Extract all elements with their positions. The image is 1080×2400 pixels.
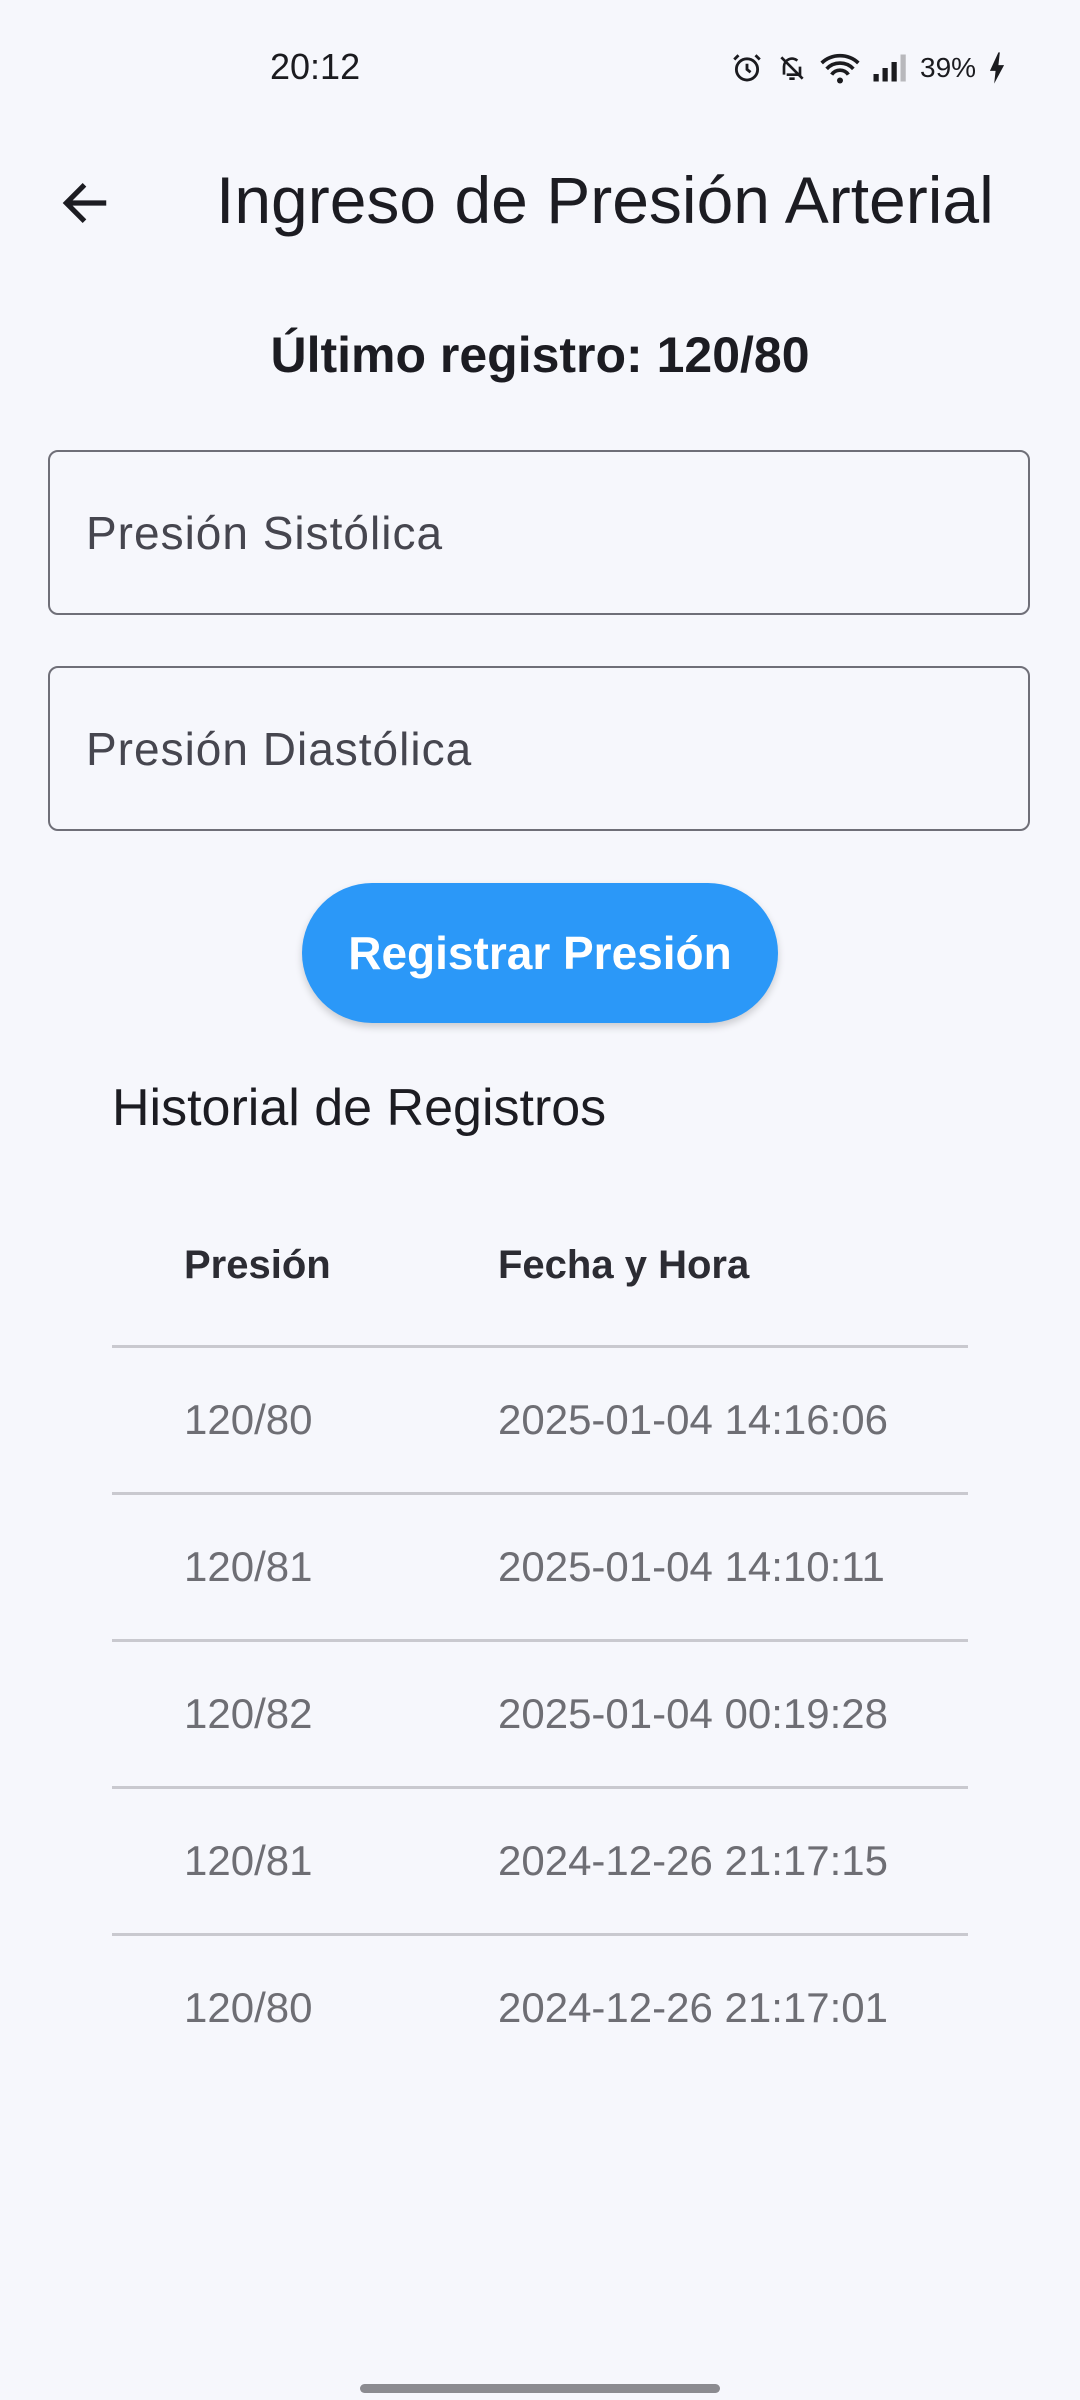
column-header-datetime: Fecha y Hora [498, 1242, 750, 1287]
history-table: Presión Fecha y Hora 120/80 2025-01-04 1… [112, 1185, 968, 2080]
row-pressure: 120/81 [184, 1837, 313, 1884]
back-button[interactable] [40, 160, 130, 250]
column-header-pressure: Presión [184, 1242, 331, 1287]
row-pressure: 120/80 [184, 1396, 313, 1443]
signal-icon [872, 53, 908, 83]
status-bar: 20:12 39% [0, 0, 1080, 140]
diastolic-input[interactable] [50, 668, 1028, 829]
table-row: 120/80 2024-12-26 21:17:01 [112, 1936, 968, 2080]
table-header: Presión Fecha y Hora [112, 1185, 968, 1348]
row-pressure: 120/82 [184, 1690, 313, 1737]
history-title: Historial de Registros [112, 1079, 607, 1137]
bell-off-icon [776, 51, 808, 85]
home-indicator[interactable] [360, 2384, 720, 2393]
battery-percentage: 39% [920, 52, 977, 83]
systolic-input[interactable] [50, 452, 1028, 613]
row-datetime: 2025-01-04 14:16:06 [498, 1396, 888, 1443]
app-bar: Ingreso de Presión Arterial [0, 140, 1080, 270]
register-pressure-button[interactable]: Registrar Presión [302, 883, 778, 1023]
row-pressure: 120/81 [184, 1543, 313, 1590]
status-time: 20:12 [270, 46, 361, 87]
status-icons: 39% [730, 48, 1006, 88]
arrow-back-icon [57, 175, 113, 236]
row-datetime: 2024-12-26 21:17:15 [498, 1837, 888, 1884]
page-title: Ingreso de Presión Arterial [216, 163, 994, 237]
last-record-label: Último registro: 120/80 [270, 327, 810, 383]
table-row: 120/82 2025-01-04 00:19:28 [112, 1642, 968, 1789]
diastolic-field-container [48, 666, 1030, 831]
table-row: 120/80 2025-01-04 14:16:06 [112, 1348, 968, 1495]
wifi-icon [820, 51, 860, 85]
row-pressure: 120/80 [184, 1984, 313, 2031]
row-datetime: 2024-12-26 21:17:01 [498, 1984, 888, 2031]
row-datetime: 2025-01-04 00:19:28 [498, 1690, 888, 1737]
charging-icon [988, 51, 1006, 85]
table-row: 120/81 2025-01-04 14:10:11 [112, 1495, 968, 1642]
systolic-field-container [48, 450, 1030, 615]
row-datetime: 2025-01-04 14:10:11 [498, 1543, 885, 1590]
table-row: 120/81 2024-12-26 21:17:15 [112, 1789, 968, 1936]
alarm-icon [730, 51, 764, 85]
